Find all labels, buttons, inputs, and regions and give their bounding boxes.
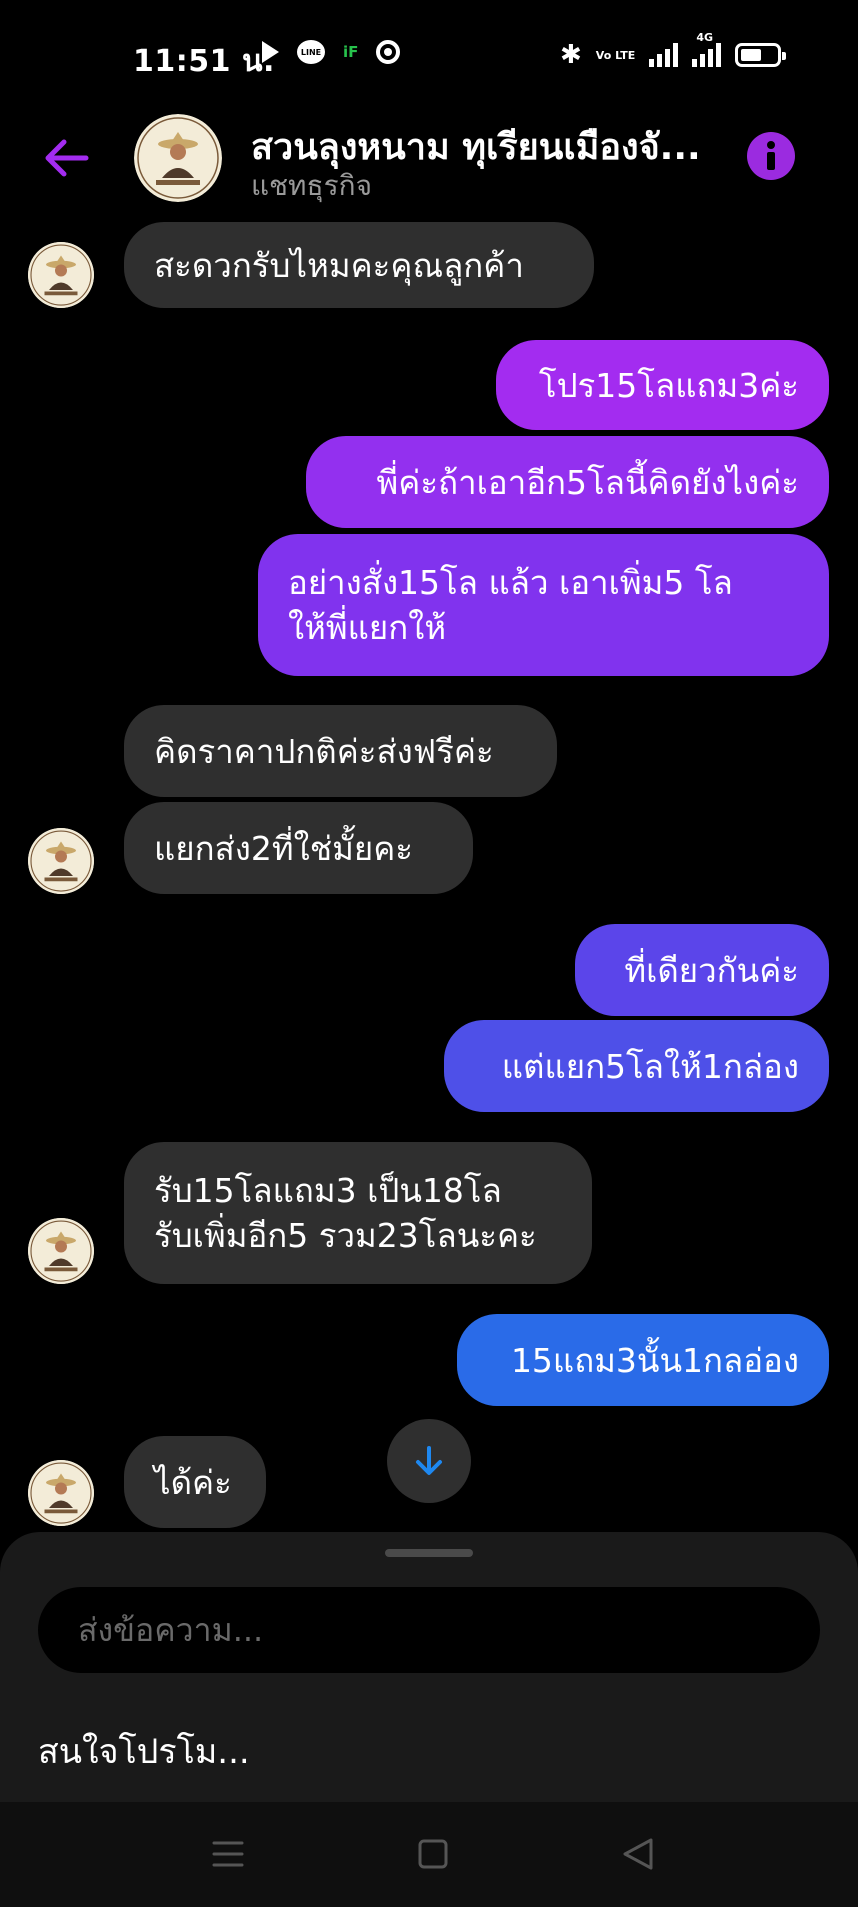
message-text: แยกส่ง2ที่ใช่มั้ยคะ (154, 828, 413, 868)
network-type-label: 4G (696, 31, 713, 44)
info-button[interactable] (747, 132, 795, 180)
farmer-logo-icon (28, 828, 94, 894)
message-text: คิดราคาปกติค่ะส่งฟรีค่ะ (154, 731, 494, 771)
signal-4g-icon: 4G (692, 31, 722, 67)
incoming-message-bubble[interactable]: คิดราคาปกติค่ะส่งฟรีค่ะ (124, 705, 557, 797)
outgoing-message-bubble[interactable]: พี่ค่ะถ้าเอาอีก5โลนี้คิดยังไงค่ะ (306, 436, 829, 528)
chrome-icon (376, 40, 401, 64)
outgoing-message-bubble[interactable]: 15แถม3นั้น1กลอ่อง (457, 1314, 829, 1406)
info-icon (767, 141, 775, 170)
volte-icon: Vo LTE (595, 48, 636, 62)
play-icon (262, 41, 279, 63)
battery-icon (735, 43, 787, 67)
outgoing-message-bubble[interactable]: โปร15โลแถม3ค่ะ (496, 340, 829, 430)
quick-reply-item[interactable]: สนใจโปรโม... (38, 1724, 250, 1778)
outgoing-message-bubble[interactable]: ที่เดียวกันค่ะ (575, 924, 829, 1016)
chat-header: สวนลุงหนาม ทุเรียนเมืองจั... แชทธุรกิจ (0, 110, 858, 230)
farmer-logo-icon (28, 1218, 94, 1284)
farmer-logo-icon (28, 1460, 94, 1526)
message-text: อย่างสั่ง15โล แล้ว เอาเพิ่ม5 โล (288, 563, 733, 602)
message-text: ที่เดียวกันค่ะ (624, 950, 799, 990)
back-triangle-icon (623, 1838, 653, 1870)
page-subtitle: แชทธุรกิจ (251, 169, 372, 202)
message-text: ให้พี่แยกให้ (288, 608, 447, 647)
status-bar: 11:51 น. LINE iF ✱ Vo LTE 4G (0, 0, 858, 110)
incoming-message-bubble[interactable]: แยกส่ง2ที่ใช่มั้ยคะ (124, 802, 473, 894)
drag-handle[interactable] (385, 1549, 473, 1557)
outgoing-message-bubble[interactable]: อย่างสั่ง15โล แล้ว เอาเพิ่ม5 โลให้พี่แยก… (258, 534, 829, 676)
system-icons: ✱ Vo LTE 4G (560, 31, 787, 70)
back-button[interactable] (38, 130, 94, 186)
home-square-icon (418, 1839, 448, 1869)
incoming-message-bubble[interactable]: ได้ค่ะ (124, 1436, 266, 1528)
incoming-message-bubble[interactable]: สะดวกรับไหมคะคุณลูกค้า (124, 222, 594, 308)
message-list[interactable]: สะดวกรับไหมคะคุณลูกค้าโปร15โลแถม3ค่ะพี่ค… (0, 222, 858, 1532)
message-text: ได้ค่ะ (154, 1462, 232, 1502)
bluetooth-icon: ✱ (560, 40, 582, 70)
message-text: รับเพิ่มอีก5 รวม23โลนะคะ (154, 1216, 537, 1255)
recent-apps-button[interactable] (206, 1832, 250, 1876)
message-input[interactable] (38, 1587, 820, 1673)
incoming-message-bubble[interactable]: รับ15โลแถม3 เป็น18โลรับเพิ่มอีก5 รวม23โล… (124, 1142, 592, 1284)
sender-avatar[interactable] (28, 1460, 94, 1526)
message-text: โปร15โลแถม3ค่ะ (538, 365, 799, 405)
composer-panel: สนใจโปรโม... (0, 1532, 858, 1802)
arrow-left-icon (45, 139, 89, 177)
menu-icon (212, 1841, 244, 1867)
arrow-down-icon (416, 1446, 442, 1475)
sender-avatar[interactable] (28, 242, 94, 308)
message-text: 15แถม3นั้น1กลอ่อง (510, 1340, 799, 1380)
home-button[interactable] (411, 1832, 455, 1876)
message-text: แต่แยก5โลให้1กล่อง (501, 1046, 799, 1086)
page-avatar[interactable] (134, 114, 222, 202)
scroll-to-bottom-button[interactable] (387, 1419, 471, 1503)
notification-icons: LINE iF (262, 40, 401, 64)
message-text: สะดวกรับไหมคะคุณลูกค้า (154, 245, 524, 285)
message-text: พี่ค่ะถ้าเอาอีก5โลนี้คิดยังไงค่ะ (376, 462, 799, 502)
sender-avatar[interactable] (28, 1218, 94, 1284)
sender-avatar[interactable] (28, 828, 94, 894)
system-nav-bar (0, 1802, 858, 1907)
status-time: 11:51 น. (133, 44, 275, 79)
line-app-icon: LINE (297, 40, 325, 64)
outgoing-message-bubble[interactable]: แต่แยก5โลให้1กล่อง (444, 1020, 829, 1112)
system-back-button[interactable] (616, 1832, 660, 1876)
signal-icon (649, 43, 679, 67)
if-app-icon: iF (343, 43, 359, 61)
message-text: รับ15โลแถม3 เป็น18โล (154, 1171, 502, 1210)
farmer-logo-icon (134, 114, 222, 202)
farmer-logo-icon (28, 242, 94, 308)
